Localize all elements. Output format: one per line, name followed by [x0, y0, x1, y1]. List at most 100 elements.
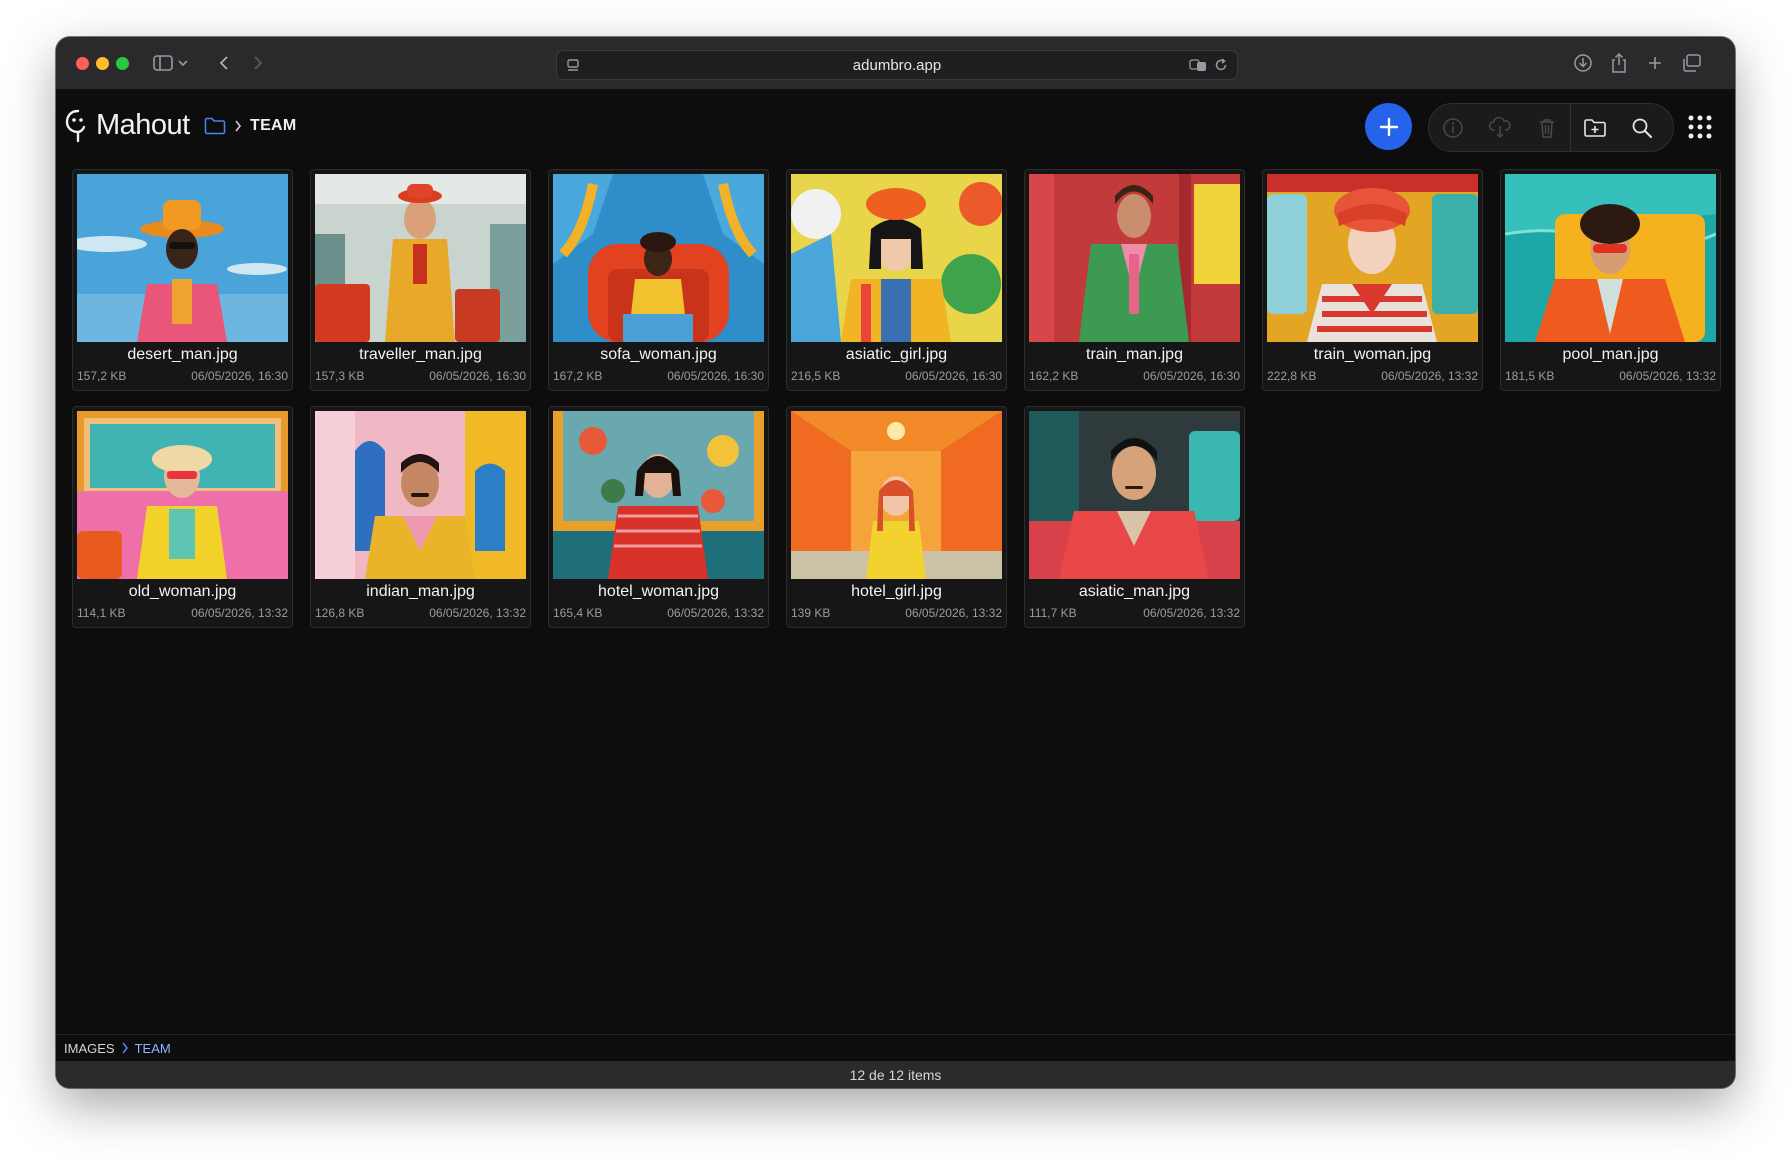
breadcrumb-current[interactable]: TEAM	[250, 117, 297, 135]
cloud-download-icon	[1488, 116, 1511, 138]
address-bar[interactable]: adumbro.app	[556, 50, 1238, 80]
tab-overview-icon[interactable]	[1680, 51, 1704, 75]
file-size: 222,8 KB	[1267, 369, 1317, 383]
file-thumbnail[interactable]	[1267, 174, 1478, 342]
forward-icon[interactable]	[248, 51, 268, 75]
downloads-icon[interactable]	[1572, 51, 1594, 75]
footer-breadcrumb: IMAGES TEAM	[56, 1034, 1735, 1061]
status-bar: 12 de 12 items	[56, 1061, 1735, 1088]
new-folder-button[interactable]	[1570, 104, 1618, 151]
site-settings-icon[interactable]	[565, 57, 581, 77]
file-thumbnail[interactable]	[791, 411, 1002, 579]
file-card[interactable]: sofa_woman.jpg 167,2 KB 06/05/2026, 16:3…	[548, 169, 769, 391]
info-icon	[1442, 117, 1463, 138]
file-card[interactable]: desert_man.jpg 157,2 KB 06/05/2026, 16:3…	[72, 169, 293, 391]
share-icon[interactable]	[1608, 51, 1630, 75]
add-button[interactable]	[1365, 103, 1412, 150]
file-thumbnail[interactable]	[315, 411, 526, 579]
file-size: 167,2 KB	[553, 369, 603, 383]
file-date: 06/05/2026, 16:30	[667, 369, 764, 383]
file-date: 06/05/2026, 13:32	[1143, 606, 1240, 620]
file-date: 06/05/2026, 13:32	[1381, 369, 1478, 383]
browser-window: adumbro.app Mahout TEAM desert_man.jpg 1…	[56, 37, 1735, 1088]
file-card[interactable]: traveller_man.jpg 157,3 KB 06/05/2026, 1…	[310, 169, 531, 391]
file-thumbnail[interactable]	[77, 411, 288, 579]
app-title: Mahout	[96, 108, 190, 141]
file-thumbnail[interactable]	[791, 174, 1002, 342]
file-thumbnail[interactable]	[77, 174, 288, 342]
file-card[interactable]: asiatic_girl.jpg 216,5 KB 06/05/2026, 16…	[786, 169, 1007, 391]
search-button[interactable]	[1618, 104, 1665, 151]
file-thumbnail[interactable]	[1029, 411, 1240, 579]
chevron-right-icon	[235, 120, 242, 132]
info-button[interactable]	[1429, 104, 1476, 151]
file-size: 157,3 KB	[315, 369, 365, 383]
plus-icon	[1379, 117, 1398, 136]
file-date: 06/05/2026, 16:30	[429, 369, 526, 383]
file-size: 157,2 KB	[77, 369, 127, 383]
apps-menu-button[interactable]	[1688, 115, 1712, 144]
file-thumbnail[interactable]	[553, 174, 764, 342]
file-date: 06/05/2026, 16:30	[191, 369, 288, 383]
close-window-button[interactable]	[76, 57, 89, 70]
file-name: asiatic_man.jpg	[1078, 583, 1191, 600]
translate-icon[interactable]	[1189, 57, 1207, 77]
breadcrumb: TEAM	[204, 117, 297, 135]
file-card[interactable]: old_woman.jpg 114,1 KB 06/05/2026, 13:32	[72, 406, 293, 628]
file-size: 162,2 KB	[1029, 369, 1079, 383]
file-thumbnail[interactable]	[1505, 174, 1716, 342]
file-card[interactable]: train_woman.jpg 222,8 KB 06/05/2026, 13:…	[1262, 169, 1483, 391]
app-header: Mahout TEAM	[56, 89, 1735, 159]
file-date: 06/05/2026, 13:32	[905, 606, 1002, 620]
browser-toolbar: adumbro.app	[56, 37, 1735, 90]
file-name: pool_man.jpg	[1562, 346, 1659, 363]
file-card[interactable]: pool_man.jpg 181,5 KB 06/05/2026, 13:32	[1500, 169, 1721, 391]
delete-button[interactable]	[1523, 104, 1570, 151]
back-icon[interactable]	[214, 51, 234, 75]
file-name: train_man.jpg	[1086, 346, 1183, 363]
folder-icon[interactable]	[204, 117, 226, 135]
new-tab-icon[interactable]	[1644, 51, 1666, 75]
trash-icon	[1539, 118, 1554, 138]
file-card[interactable]: indian_man.jpg 126,8 KB 06/05/2026, 13:3…	[310, 406, 531, 628]
footer-breadcrumb-root[interactable]: IMAGES	[64, 1041, 115, 1056]
folder-plus-icon	[1583, 118, 1606, 137]
file-thumbnail[interactable]	[315, 174, 526, 342]
file-name: indian_man.jpg	[366, 583, 475, 600]
chevron-down-icon[interactable]	[176, 51, 190, 75]
grid-menu-icon	[1688, 115, 1712, 139]
reload-icon[interactable]	[1213, 57, 1229, 77]
file-size: 165,4 KB	[553, 606, 603, 620]
file-name: hotel_girl.jpg	[851, 583, 942, 600]
file-card[interactable]: hotel_girl.jpg 139 KB 06/05/2026, 13:32	[786, 406, 1007, 628]
file-date: 06/05/2026, 13:32	[667, 606, 764, 620]
file-thumbnail[interactable]	[553, 411, 764, 579]
file-card[interactable]: train_man.jpg 162,2 KB 06/05/2026, 16:30	[1024, 169, 1245, 391]
url-text: adumbro.app	[852, 56, 942, 74]
file-size: 126,8 KB	[315, 606, 365, 620]
file-name: hotel_woman.jpg	[598, 583, 719, 600]
file-date: 06/05/2026, 13:32	[191, 606, 288, 620]
app-logo[interactable]: Mahout	[64, 105, 190, 145]
file-date: 06/05/2026, 16:30	[905, 369, 1002, 383]
file-date: 06/05/2026, 13:32	[429, 606, 526, 620]
file-name: train_woman.jpg	[1313, 346, 1432, 363]
file-name: old_woman.jpg	[128, 583, 237, 600]
mahout-logo-icon	[65, 109, 86, 143]
file-thumbnail[interactable]	[1029, 174, 1240, 342]
file-name: sofa_woman.jpg	[600, 346, 717, 363]
file-size: 114,1 KB	[77, 606, 126, 620]
file-size: 181,5 KB	[1505, 369, 1555, 383]
file-card[interactable]: asiatic_man.jpg 111,7 KB 06/05/2026, 13:…	[1024, 406, 1245, 628]
chevron-right-icon	[121, 1042, 128, 1054]
footer-breadcrumb-current[interactable]: TEAM	[135, 1041, 171, 1056]
minimize-window-button[interactable]	[96, 57, 109, 70]
sidebar-toggle-icon[interactable]	[152, 51, 174, 75]
download-button[interactable]	[1476, 104, 1523, 151]
file-size: 216,5 KB	[791, 369, 841, 383]
file-card[interactable]: hotel_woman.jpg 165,4 KB 06/05/2026, 13:…	[548, 406, 769, 628]
file-size: 139 KB	[791, 606, 831, 620]
zoom-window-button[interactable]	[116, 57, 129, 70]
file-name: traveller_man.jpg	[359, 346, 482, 363]
file-size: 111,7 KB	[1029, 606, 1077, 620]
